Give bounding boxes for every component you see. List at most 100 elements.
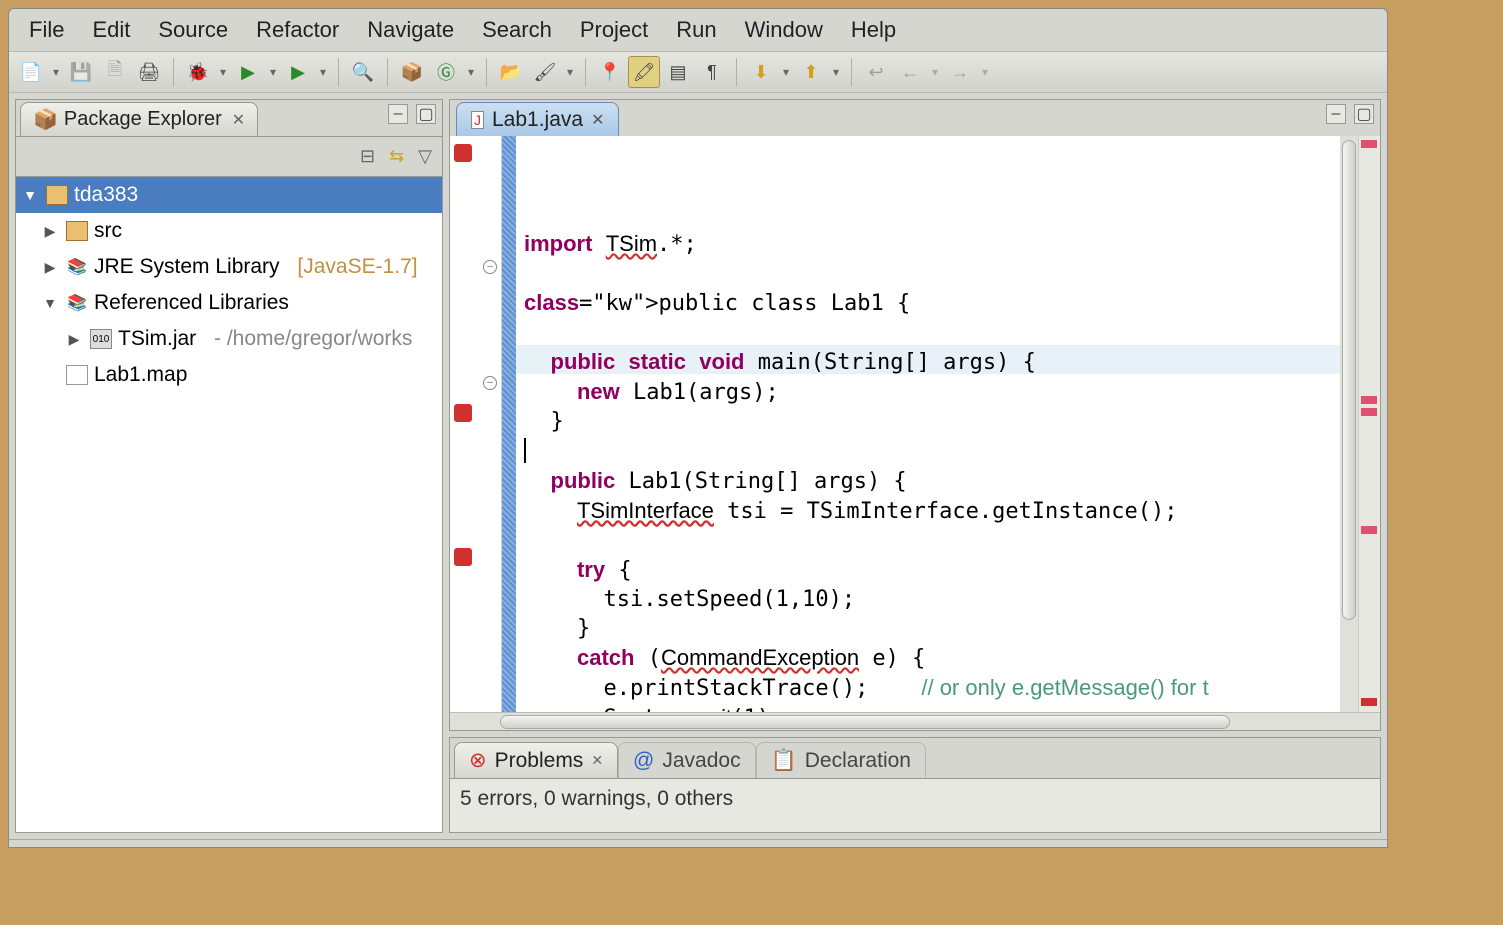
back-icon[interactable]: ← [894,56,926,88]
link-editor-icon[interactable]: ⇆ [389,146,404,167]
project-icon [46,185,68,205]
tree-map-label: Lab1.map [94,363,187,387]
menu-file[interactable]: File [15,13,78,47]
menu-help[interactable]: Help [837,13,910,47]
view-menu-icon[interactable]: ▽ [418,146,432,167]
javadoc-icon: @ [633,749,654,773]
scrollbar-horizontal[interactable] [450,712,1380,730]
chevron-right-icon[interactable]: ▶ [40,223,60,240]
editor-tab-label: Lab1.java [492,108,583,132]
scrollbar-vertical[interactable] [1340,136,1358,712]
error-icon: ⊗ [469,748,487,773]
new-icon[interactable]: 📄 [15,56,47,88]
pe-tab-label: Package Explorer [64,108,222,131]
tree-jre-version: [JavaSE-1.7] [297,255,417,279]
chevron-right-icon[interactable]: ▶ [40,259,60,276]
error-marker-icon[interactable] [454,548,472,566]
tree-project[interactable]: ▼ tda383 [16,177,442,213]
back-dropdown[interactable]: ▾ [928,65,942,79]
save-all-icon[interactable]: 🗎 [99,56,131,88]
close-icon[interactable]: ✕ [232,110,245,130]
fwd-dropdown[interactable]: ▾ [978,65,992,79]
overview-ruler[interactable] [1358,136,1380,712]
toggle-block-icon[interactable]: ▤ [662,56,694,88]
toggle-ws-icon[interactable]: ¶ [696,56,728,88]
menu-source[interactable]: Source [144,13,242,47]
java-file-icon: J [471,111,484,129]
minimize-icon[interactable]: – [1326,104,1346,124]
menu-navigate[interactable]: Navigate [353,13,468,47]
collapse-all-icon[interactable]: ⊟ [360,146,375,167]
menu-run[interactable]: Run [662,13,730,47]
open-task-icon[interactable]: 📂 [495,56,527,88]
maximize-icon[interactable]: ▢ [1354,104,1374,124]
tab-javadoc[interactable]: @ Javadoc [618,742,756,778]
close-icon[interactable]: ✕ [591,110,604,130]
new-class-dropdown[interactable]: ▾ [464,65,478,79]
change-bar [502,136,516,712]
maximize-icon[interactable]: ▢ [416,104,436,124]
new-package-icon[interactable]: 📦 [396,56,428,88]
tree-jre-label: JRE System Library [94,255,280,279]
problems-tabrow: ⊗ Problems ✕ @ Javadoc 📋 Declaration [450,738,1380,778]
gutter[interactable]: – – [450,136,502,712]
tree-jar-label: TSim.jar [118,327,196,351]
tab-problems-label: Problems [495,749,584,773]
tab-declaration[interactable]: 📋 Declaration [756,742,926,778]
tree-jre[interactable]: ▶ 📚 JRE System Library [JavaSE-1.7] [16,249,442,285]
tree-jar[interactable]: ▶ 010 TSim.jar - /home/gregor/works [16,321,442,357]
new-dropdown[interactable]: ▾ [49,65,63,79]
run-icon[interactable]: ▶ [232,56,264,88]
prev-ann-dropdown[interactable]: ▾ [779,65,793,79]
new-class-icon[interactable]: Ⓖ [430,56,462,88]
statusbar [9,839,1387,847]
open-type-icon[interactable]: 🔍 [347,56,379,88]
minimize-icon[interactable]: – [388,104,408,124]
pe-tab[interactable]: 📦 Package Explorer ✕ [20,102,258,136]
chevron-down-icon[interactable]: ▼ [20,187,40,203]
library-icon: 📚 [66,257,88,277]
close-icon[interactable]: ✕ [591,752,603,769]
menu-search[interactable]: Search [468,13,566,47]
fold-icon[interactable]: – [483,260,497,274]
tree-map[interactable]: Lab1.map [16,357,442,393]
menu-project[interactable]: Project [566,13,662,47]
debug-icon[interactable]: 🐞 [182,56,214,88]
jar-icon: 010 [90,329,112,349]
next-annotation-icon[interactable]: ⬆ [795,56,827,88]
chevron-down-icon[interactable]: ▼ [40,295,60,311]
menu-window[interactable]: Window [731,13,837,47]
error-marker-icon[interactable] [454,404,472,422]
prev-annotation-icon[interactable]: ⬇ [745,56,777,88]
print-icon[interactable]: 🖨 [133,56,165,88]
toggle-mark-icon[interactable]: 📍 [594,56,626,88]
run-ext-icon[interactable]: ▶ [282,56,314,88]
next-ann-dropdown[interactable]: ▾ [829,65,843,79]
run-dropdown[interactable]: ▾ [266,65,280,79]
error-marker-icon[interactable] [454,144,472,162]
code-area: – – import TSim.*; class="kw">public cla… [450,136,1380,712]
editor-tab[interactable]: J Lab1.java ✕ [456,102,619,136]
package-explorer-panel: 📦 Package Explorer ✕ – ▢ ⊟ ⇆ ▽ ▼ tda383 [15,99,443,833]
menu-edit[interactable]: Edit [78,13,144,47]
back-history-icon[interactable]: ↩ [860,56,892,88]
fwd-icon[interactable]: → [944,56,976,88]
tree-src[interactable]: ▶ src [16,213,442,249]
eclipse-window: File Edit Source Refactor Navigate Searc… [8,8,1388,848]
save-icon[interactable]: 💾 [65,56,97,88]
problems-summary: 5 errors, 0 warnings, 0 others [450,778,1380,832]
menu-refactor[interactable]: Refactor [242,13,353,47]
chevron-right-icon[interactable]: ▶ [64,331,84,348]
search-icon2[interactable]: 🖌 [529,56,561,88]
editor-tabrow: J Lab1.java ✕ – ▢ [450,100,1380,136]
fold-icon[interactable]: – [483,376,497,390]
debug-dropdown[interactable]: ▾ [216,65,230,79]
toggle-highlight-icon[interactable]: 🖍 [628,56,660,88]
code-editor[interactable]: import TSim.*; class="kw">public class L… [516,136,1340,712]
search-dropdown[interactable]: ▾ [563,65,577,79]
run-ext-dropdown[interactable]: ▾ [316,65,330,79]
tree-reflib[interactable]: ▼ 📚 Referenced Libraries [16,285,442,321]
tab-problems[interactable]: ⊗ Problems ✕ [454,742,618,778]
tab-javadoc-label: Javadoc [662,749,740,773]
project-tree[interactable]: ▼ tda383 ▶ src ▶ 📚 JRE System Library [J… [16,176,442,832]
